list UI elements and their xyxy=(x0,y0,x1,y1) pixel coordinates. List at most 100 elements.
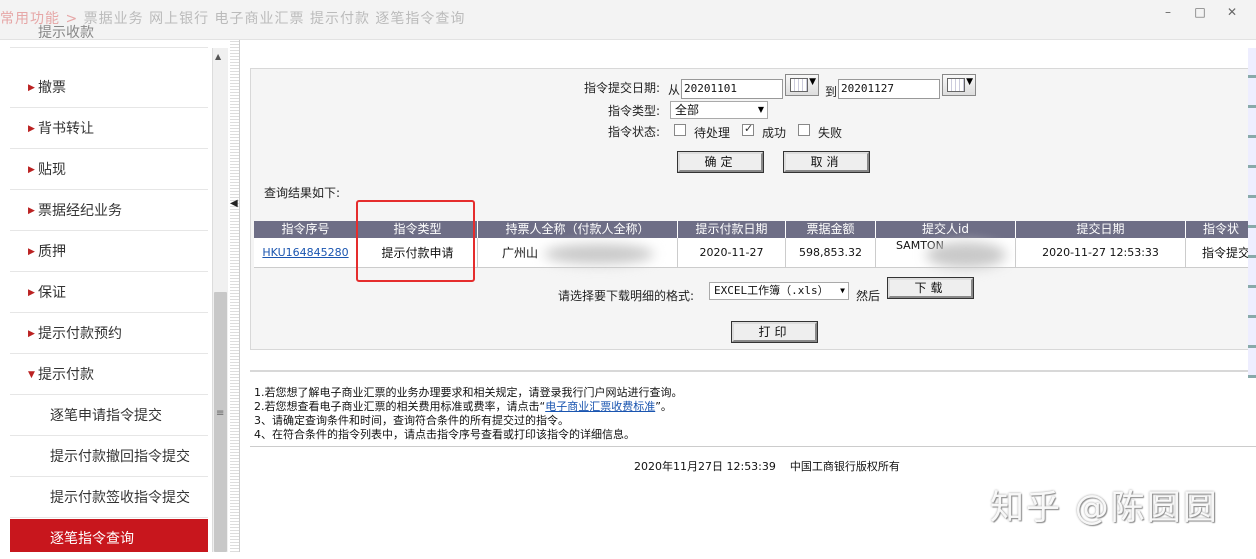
caret-right-icon: ▶ xyxy=(28,288,35,298)
redaction-blur xyxy=(926,242,1006,268)
caret-right-icon: ▶ xyxy=(28,124,35,134)
divider xyxy=(250,446,1256,447)
download-button[interactable]: 下载 xyxy=(888,278,973,298)
from-date-input[interactable]: 20201101 xyxy=(681,79,783,99)
grip-icon: ≡ xyxy=(216,408,225,419)
sidebar-item-label: 保证 xyxy=(38,285,66,301)
chevron-down-icon: ▼ xyxy=(757,105,764,114)
caret-down-icon: ▼ xyxy=(28,370,35,380)
col-submit-date: 提交日期 xyxy=(1016,221,1186,238)
type-select-value: 全部 xyxy=(675,103,700,117)
caret-right-icon: ▶ xyxy=(28,83,35,93)
watermark: 知乎 @陈圆圆 xyxy=(990,488,1219,528)
to-calendar-button[interactable]: ▼ xyxy=(942,74,976,96)
notes: 1.若您想了解电子商业汇票的业务办理要求和相关规定，请登录我行门户网站进行查询。… xyxy=(254,386,683,442)
note-line-1: 1.若您想了解电子商业汇票的业务办理要求和相关规定，请登录我行门户网站进行查询。 xyxy=(254,386,683,399)
maximize-icon[interactable]: □ xyxy=(1190,4,1210,20)
status-success-label: 成功 xyxy=(762,126,787,140)
footer: 2020年11月27日 12:53:39 中国工商银行版权所有 xyxy=(634,458,900,474)
sidebar-scroll-thumb[interactable] xyxy=(214,292,227,552)
sidebar-item-label: 贴现 xyxy=(38,162,66,178)
sidebar-item-single-apply[interactable]: 逐笔申请指令提交 xyxy=(10,396,208,436)
dropdown-arrow-icon: ▼ xyxy=(809,77,816,87)
sidebar-item-cancel-ticket[interactable]: ▶ 撤票 xyxy=(10,68,208,108)
dropdown-arrow-icon: ▼ xyxy=(966,77,973,87)
format-select-value: EXCEL工作簿（.xls） xyxy=(714,284,829,297)
col-holder: 持票人全称（付款人全称） xyxy=(478,221,678,238)
caret-right-icon: ▶ xyxy=(28,165,35,175)
from-calendar-button[interactable]: ▼ xyxy=(785,74,819,96)
col-pay-date: 提示付款日期 xyxy=(678,221,786,238)
seq-link[interactable]: HKU164845280 xyxy=(262,246,348,259)
cell-status: 指令提交 xyxy=(1202,246,1251,260)
right-edge-decoration xyxy=(1248,48,1256,378)
sidebar-item-prompt-collect[interactable]: 提示收款 xyxy=(10,26,208,48)
sidebar-item-label: 逐笔申请指令提交 xyxy=(50,408,162,424)
col-seq: 指令序号 xyxy=(254,221,358,238)
cell-seq[interactable]: HKU164845280 xyxy=(254,238,358,268)
cell-amount: 598,853.32 xyxy=(786,238,876,268)
cell-pay-date: 2020-11-27 xyxy=(678,238,786,268)
col-amount: 票据金额 xyxy=(786,221,876,238)
print-button[interactable]: 打印 xyxy=(732,322,817,342)
status-success-checkbox[interactable] xyxy=(742,122,754,136)
sidebar-item-endorse[interactable]: ▶ 背书转让 xyxy=(10,109,208,149)
fee-standard-link[interactable]: 电子商业汇票收费标准 xyxy=(545,400,655,413)
status-fail-label: 失败 xyxy=(818,126,843,140)
sidebar-item-discount[interactable]: ▶ 贴现 xyxy=(10,150,208,190)
sidebar-item-label: 质押 xyxy=(38,244,66,260)
col-submitter: 提交人id xyxy=(876,221,1016,238)
panel-splitter[interactable] xyxy=(230,40,240,552)
collapse-left-icon[interactable]: ◀ xyxy=(230,198,238,209)
result-title: 查询结果如下: xyxy=(264,186,341,200)
minimize-icon[interactable]: – xyxy=(1158,4,1178,20)
sidebar-item-label: 提示付款 xyxy=(38,367,94,383)
sidebar-item-label: 提示付款预约 xyxy=(38,326,122,342)
caret-right-icon: ▶ xyxy=(28,206,35,216)
chevron-down-icon: ▼ xyxy=(840,286,845,295)
sidebar-item-payment-withdraw[interactable]: 提示付款撤回指令提交 xyxy=(10,437,208,477)
footer-copyright: 中国工商银行版权所有 xyxy=(789,460,900,473)
sidebar-item-prompt-payment[interactable]: ▼ 提示付款 xyxy=(10,355,208,395)
sidebar-item-label: 提示收款 xyxy=(38,25,94,41)
format-select[interactable]: EXCEL工作簿（.xls） ▼ xyxy=(709,282,849,300)
sidebar-item-label: 提示付款签收指令提交 xyxy=(50,490,190,506)
type-select[interactable]: 全部 ▼ xyxy=(670,101,768,119)
sidebar-item-payment-reservation[interactable]: ▶ 提示付款预约 xyxy=(10,314,208,354)
sidebar-item-label: 票据经纪业务 xyxy=(38,203,122,219)
divider xyxy=(250,370,1256,372)
download-format-label: 请选择要下载明细的格式: xyxy=(558,289,695,303)
footer-datetime: 2020年11月27日 12:53:39 xyxy=(634,460,776,473)
close-icon[interactable]: ✕ xyxy=(1222,4,1242,20)
from-label: 从 xyxy=(668,83,681,97)
sidebar-item-label: 撤票 xyxy=(38,80,66,96)
status-pending-label: 待处理 xyxy=(694,126,731,140)
date-label: 指令提交日期: xyxy=(584,81,661,95)
sidebar-item-single-query[interactable]: 逐笔指令查询 xyxy=(10,519,208,552)
status-label: 指令状态: xyxy=(608,125,661,139)
note-line-3: 3、请确定查询条件和时间，查询符合条件的所有提交过的指令。 xyxy=(254,414,569,427)
to-date-input[interactable]: 20201127 xyxy=(838,79,940,99)
cell-submit-date: 2020-11-27 12:53:33 xyxy=(1016,238,1186,268)
col-status: 指令状 xyxy=(1202,222,1239,236)
caret-right-icon: ▶ xyxy=(28,329,35,339)
scroll-up-icon[interactable]: ▲ xyxy=(215,52,221,61)
calendar-icon xyxy=(790,78,808,92)
sidebar: 提示收款 ▶ 撤票 ▶ 背书转让 ▶ 贴现 ▶ 票据经纪业务 ▶ 质押 ▶ 保证 ▶ 提示付款… xyxy=(0,26,230,552)
to-label: 到 xyxy=(825,85,838,99)
type-label: 指令类型: xyxy=(608,104,661,118)
sidebar-item-brokerage[interactable]: ▶ 票据经纪业务 xyxy=(10,191,208,231)
sidebar-item-label: 逐笔指令查询 xyxy=(50,531,134,547)
redaction-blur xyxy=(544,244,654,264)
sidebar-item-payment-sign[interactable]: 提示付款签收指令提交 xyxy=(10,478,208,518)
sidebar-item-guarantee[interactable]: ▶ 保证 xyxy=(10,273,208,313)
note-line-2: 2.若您想查看电子商业汇票的相关费用标准或费率，请点击“电子商业汇票收费标准”。 xyxy=(254,400,683,414)
note-line-4: 4、在符合条件的指令列表中，请点击指令序号查看或打印该指令的详细信息。 xyxy=(254,428,635,441)
status-pending-checkbox[interactable] xyxy=(674,124,686,136)
status-fail-checkbox[interactable] xyxy=(798,124,810,136)
note-line-2-prefix: 2.若您想查看电子商业汇票的相关费用标准或费率，请点击“ xyxy=(254,400,546,413)
sidebar-item-pledge[interactable]: ▶ 质押 xyxy=(10,232,208,272)
highlight-box xyxy=(356,200,475,282)
cancel-button[interactable]: 取消 xyxy=(784,152,869,172)
confirm-button[interactable]: 确定 xyxy=(678,152,763,172)
